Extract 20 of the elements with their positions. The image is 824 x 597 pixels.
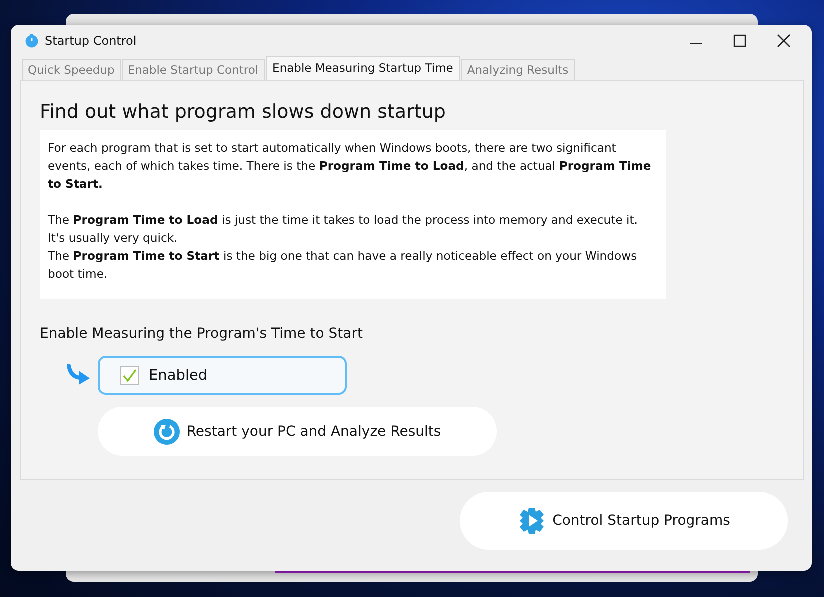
tab[interactable]: Enable Measuring Startup Time <box>266 56 460 80</box>
info-paragraph: The Program Time to Start is the big one that can have a really noticeable effect on your Windows boot time. <box>48 248 638 283</box>
stopwatch-icon <box>25 34 39 48</box>
restart-icon <box>154 418 180 444</box>
curved-arrow-icon <box>66 364 92 388</box>
control-startup-button[interactable]: Control Startup Programs <box>460 492 788 550</box>
page-heading: Find out what program slows down startup <box>40 101 447 123</box>
option-label: Enable Measuring the Program's Time to Start <box>40 326 364 342</box>
gear-play-icon <box>518 507 546 535</box>
info-paragraph: For each program that is set to start automatically when Windows boots, there are two significant events, each of which takes time. There is the Program Time to Load, and the actual Program Time to Start. <box>48 140 652 193</box>
tab[interactable]: Enable Startup Control <box>122 59 265 80</box>
maximize-icon[interactable] <box>733 34 747 48</box>
window-title: Startup Control <box>45 34 137 48</box>
enabled-checkbox[interactable]: Enabled <box>98 356 347 395</box>
tab[interactable]: Quick Speedup <box>22 59 121 80</box>
restart-button[interactable]: Restart your PC and Analyze Results <box>98 407 497 456</box>
tab[interactable]: Analyzing Results <box>461 59 575 80</box>
checkmark-icon <box>122 368 138 384</box>
info-paragraph: The Program Time to Load is just the time it takes to load the process into memory and execute it. It's usually very quick. <box>48 212 639 247</box>
close-icon[interactable] <box>777 34 791 48</box>
